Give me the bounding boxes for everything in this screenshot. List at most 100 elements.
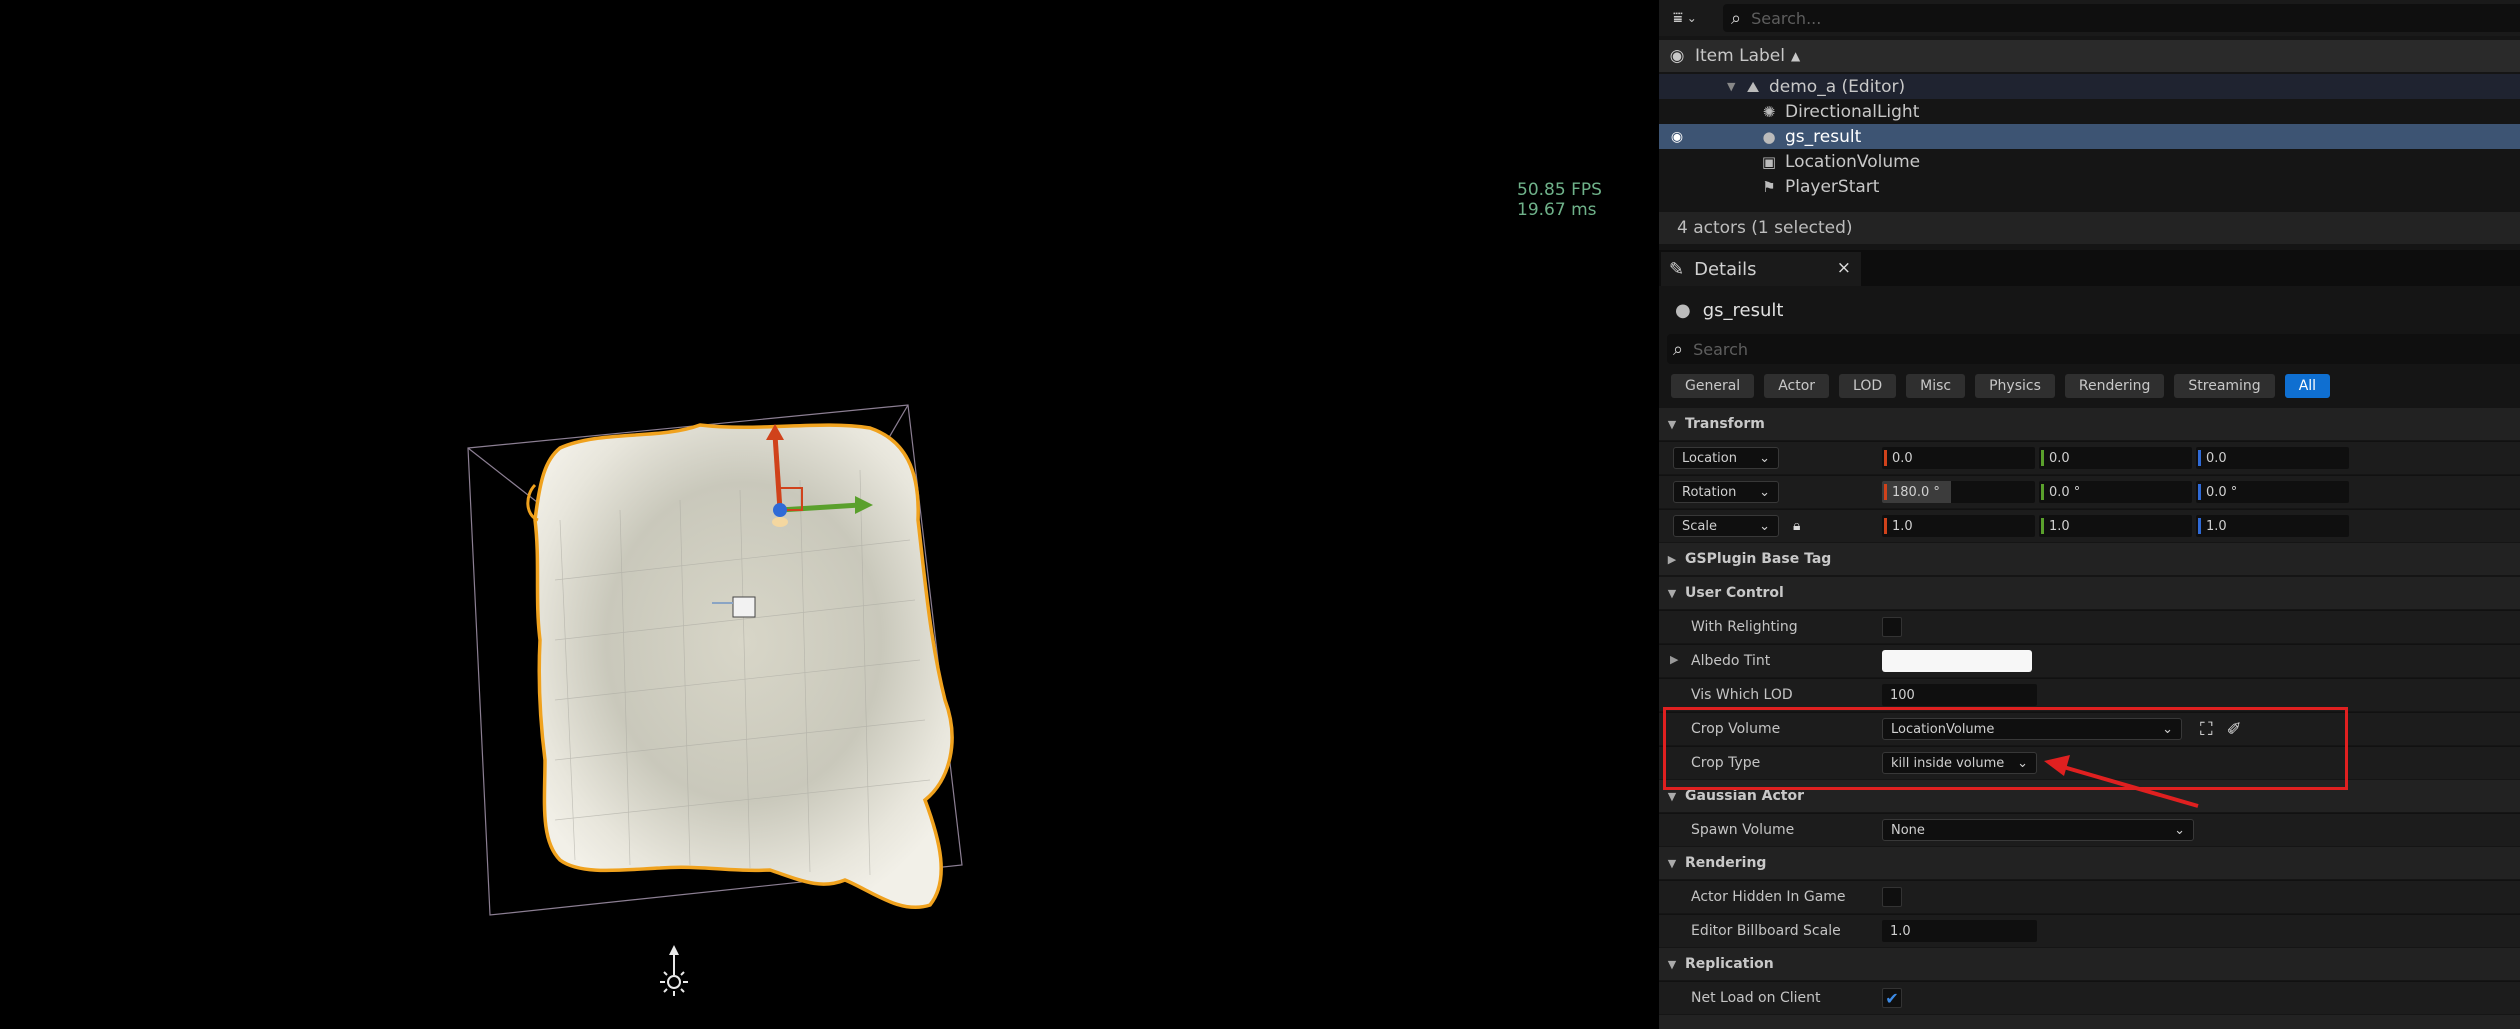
- tree-row-world[interactable]: ▼ ⛰ demo_a (Editor): [1659, 74, 2520, 99]
- billboard-scale-input[interactable]: 1.0: [1882, 920, 2037, 942]
- visibility-column-icon[interactable]: ◉: [1659, 46, 1695, 66]
- rotation-mode-dropdown[interactable]: Rotation ⌄: [1673, 481, 1779, 503]
- right-panel: ⩸ ⌄ ⌕ ◉ Item Label ▲ ▼ ⛰ demo_a (Editor): [1659, 0, 2520, 1029]
- section-user-control[interactable]: ▼ User Control: [1659, 577, 2520, 609]
- tree-row-playerstart[interactable]: ⚑ PlayerStart: [1659, 174, 2520, 199]
- filter-icon: ⩸: [1673, 8, 1683, 27]
- outliner-search-input[interactable]: [1751, 8, 2452, 28]
- level-viewport[interactable]: 50.85 FPS 19.67 ms: [0, 0, 1659, 1029]
- albedo-tint-color-swatch[interactable]: [1882, 650, 2032, 672]
- details-tab-bar: ✎ Details ×: [1659, 250, 2520, 286]
- scale-x[interactable]: 1.0: [1882, 515, 2035, 537]
- expand-arrow-icon[interactable]: ▶: [1670, 653, 1678, 666]
- search-icon: ⌕: [1673, 338, 1684, 360]
- section-partial: [1659, 1015, 2520, 1029]
- filter-rendering[interactable]: Rendering: [2064, 374, 2165, 398]
- scale-mode-dropdown[interactable]: Scale ⌄: [1673, 515, 1779, 537]
- viewport-scene[interactable]: [0, 0, 1659, 1029]
- category-filters: General Actor LOD Misc Physics Rendering…: [1671, 374, 2331, 400]
- scale-z[interactable]: 1.0: [2196, 515, 2349, 537]
- expand-arrow-icon[interactable]: ▼: [1727, 80, 1743, 93]
- filter-lod[interactable]: LOD: [1839, 374, 1897, 398]
- filter-actor[interactable]: Actor: [1764, 374, 1830, 398]
- location-y[interactable]: 0.0: [2039, 447, 2192, 469]
- prop-location: Location ⌄ 0.0 0.0 0.0: [1659, 441, 2520, 474]
- section-gsplugin-base-tag[interactable]: ▶ GSPlugin Base Tag: [1659, 543, 2520, 575]
- tree-row-directionallight[interactable]: ✺ DirectionalLight: [1659, 99, 2520, 124]
- rotation-z[interactable]: 0.0 °: [2196, 481, 2349, 503]
- outliner-search[interactable]: ⌕: [1723, 4, 2520, 32]
- close-icon[interactable]: ×: [1837, 258, 1851, 278]
- world-icon: ⛰: [1746, 77, 1760, 96]
- tree-row-gs-result[interactable]: ◉ ● gs_result: [1659, 124, 2520, 149]
- outliner-column-header[interactable]: ◉ Item Label ▲: [1659, 40, 2520, 72]
- filter-general[interactable]: General: [1671, 374, 1755, 398]
- prop-albedo-tint: ▶ Albedo Tint: [1659, 644, 2520, 677]
- net-load-checkbox[interactable]: ✔: [1882, 988, 1902, 1008]
- filter-button[interactable]: ⩸ ⌄: [1673, 6, 1713, 30]
- tree-item-label: DirectionalLight: [1785, 101, 1920, 122]
- chevron-down-icon: ⌄: [1759, 518, 1770, 534]
- chevron-down-icon: ⌄: [1686, 11, 1697, 25]
- details-tab[interactable]: ✎ Details ×: [1661, 252, 1861, 286]
- directional-light-marker[interactable]: [660, 945, 688, 996]
- highlight-annotation-box: [1663, 707, 2348, 790]
- section-title: Gaussian Actor: [1685, 788, 1805, 804]
- details-search-input[interactable]: [1693, 339, 2454, 359]
- vis-which-lod-input[interactable]: 100: [1882, 684, 2037, 706]
- collapse-arrow-icon: ▼: [1667, 957, 1677, 971]
- frame-time: 19.67 ms: [1517, 200, 1597, 220]
- lock-icon[interactable]: 🔒︎: [1793, 518, 1800, 534]
- actor-count-status: 4 actors (1 selected): [1659, 212, 2520, 244]
- tree-row-locationvolume[interactable]: ▣ LocationVolume: [1659, 149, 2520, 174]
- section-title: Transform: [1685, 416, 1765, 432]
- prop-rotation: Rotation ⌄ 180.0 ° 0.0 ° 0.0 °: [1659, 475, 2520, 508]
- spawn-volume-dropdown[interactable]: None ⌄: [1882, 819, 2194, 841]
- editor-window: 50.85 FPS 19.67 ms ⩸ ⌄ ⌕ ◉ Item Label ▲: [0, 0, 2520, 1029]
- actor-hidden-checkbox[interactable]: [1882, 887, 1902, 907]
- fps-value: 50.85 FPS: [1517, 180, 1602, 200]
- filter-misc[interactable]: Misc: [1906, 374, 1966, 398]
- rotation-y[interactable]: 0.0 °: [2039, 481, 2192, 503]
- selected-actor-name: gs_result: [1702, 299, 1784, 321]
- with-relighting-checkbox[interactable]: [1882, 617, 1902, 637]
- filter-all[interactable]: All: [2284, 374, 2331, 398]
- selected-actor-header: ● gs_result: [1659, 292, 2520, 328]
- details-search[interactable]: ⌕: [1667, 334, 2520, 364]
- prop-actor-hidden-in-game: Actor Hidden In Game: [1659, 880, 2520, 913]
- location-x[interactable]: 0.0: [1882, 447, 2035, 469]
- sort-ascending-icon[interactable]: ▲: [1791, 49, 1800, 63]
- world-label: demo_a (Editor): [1769, 76, 1906, 97]
- section-title: Replication: [1685, 956, 1774, 972]
- rotation-x[interactable]: 180.0 °: [1882, 481, 2035, 503]
- item-label-column[interactable]: Item Label: [1695, 46, 1785, 66]
- prop-label: Spawn Volume: [1691, 822, 1795, 838]
- prop-label: Vis Which LOD: [1691, 687, 1793, 703]
- scale-y[interactable]: 1.0: [2039, 515, 2192, 537]
- section-rendering[interactable]: ▼ Rendering: [1659, 847, 2520, 879]
- prop-spawn-volume: Spawn Volume None ⌄: [1659, 813, 2520, 846]
- chevron-down-icon: ⌄: [1759, 484, 1770, 500]
- chevron-down-icon: ⌄: [2174, 822, 2185, 838]
- filter-streaming[interactable]: Streaming: [2174, 374, 2275, 398]
- collapse-arrow-icon: ▼: [1667, 789, 1677, 803]
- prop-label: Net Load on Client: [1691, 990, 1821, 1006]
- section-title: GSPlugin Base Tag: [1685, 551, 1832, 567]
- location-z[interactable]: 0.0: [2196, 447, 2349, 469]
- section-replication[interactable]: ▼ Replication: [1659, 948, 2520, 980]
- outliner-tree: ▼ ⛰ demo_a (Editor) ✺ DirectionalLight ◉…: [1659, 74, 2520, 199]
- prop-editor-billboard-scale: Editor Billboard Scale 1.0: [1659, 914, 2520, 947]
- section-transform[interactable]: ▼ Transform: [1659, 408, 2520, 440]
- tree-item-label: LocationVolume: [1785, 151, 1921, 172]
- filter-physics[interactable]: Physics: [1975, 374, 2055, 398]
- prop-label: Editor Billboard Scale: [1691, 923, 1841, 939]
- prop-with-relighting: With Relighting: [1659, 610, 2520, 643]
- actor-sphere-icon: ●: [1762, 127, 1776, 146]
- gaussian-splat-blob[interactable]: [533, 423, 954, 909]
- location-mode-dropdown[interactable]: Location ⌄: [1673, 447, 1779, 469]
- collapse-arrow-icon: ▼: [1667, 856, 1677, 870]
- prop-scale: Scale ⌄ 🔒︎ 1.0 1.0 1.0: [1659, 509, 2520, 542]
- actor-sphere-icon: ●: [1675, 299, 1691, 321]
- section-title: User Control: [1685, 585, 1784, 601]
- eye-icon[interactable]: ◉: [1659, 129, 1695, 145]
